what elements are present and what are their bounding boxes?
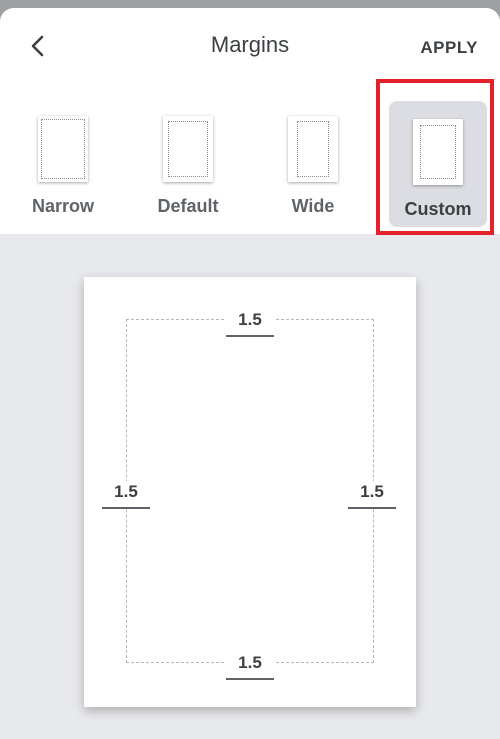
page-thumbnail-icon xyxy=(288,116,338,182)
top-margin-value: 1.5 xyxy=(238,310,262,329)
field-underline xyxy=(226,678,274,680)
field-underline xyxy=(348,507,396,509)
top-margin-field[interactable]: 1.5 xyxy=(226,309,274,337)
field-underline xyxy=(226,335,274,337)
margin-guide xyxy=(126,319,374,663)
right-margin-value: 1.5 xyxy=(360,482,384,501)
preset-custom[interactable]: Custom xyxy=(389,101,487,227)
page-thumbnail-icon xyxy=(38,116,88,182)
page-thumbnail-icon xyxy=(413,119,463,185)
left-margin-value: 1.5 xyxy=(114,482,138,501)
page-preview: 1.5 1.5 1.5 1.5 xyxy=(84,277,416,707)
page-thumbnail-icon xyxy=(163,116,213,182)
right-margin-field[interactable]: 1.5 xyxy=(348,481,396,509)
top-bar: Margins APPLY Narrow Default Wide Custom xyxy=(0,8,500,234)
preset-wide[interactable]: Wide xyxy=(264,98,362,224)
preset-label: Narrow xyxy=(31,196,94,216)
preset-label: Default xyxy=(157,196,219,216)
preset-label: Custom xyxy=(404,199,472,219)
left-margin-field[interactable]: 1.5 xyxy=(102,481,150,509)
margin-presets: Narrow Default Wide Custom xyxy=(0,98,500,228)
bottom-margin-field[interactable]: 1.5 xyxy=(226,652,274,680)
apply-button[interactable]: APPLY xyxy=(420,38,478,58)
margins-sheet: Margins APPLY Narrow Default Wide Custom… xyxy=(0,8,500,739)
field-underline xyxy=(102,507,150,509)
preset-label: Wide xyxy=(291,196,335,216)
bottom-margin-value: 1.5 xyxy=(238,653,262,672)
preset-narrow[interactable]: Narrow xyxy=(14,98,112,224)
preset-default[interactable]: Default xyxy=(139,98,237,224)
